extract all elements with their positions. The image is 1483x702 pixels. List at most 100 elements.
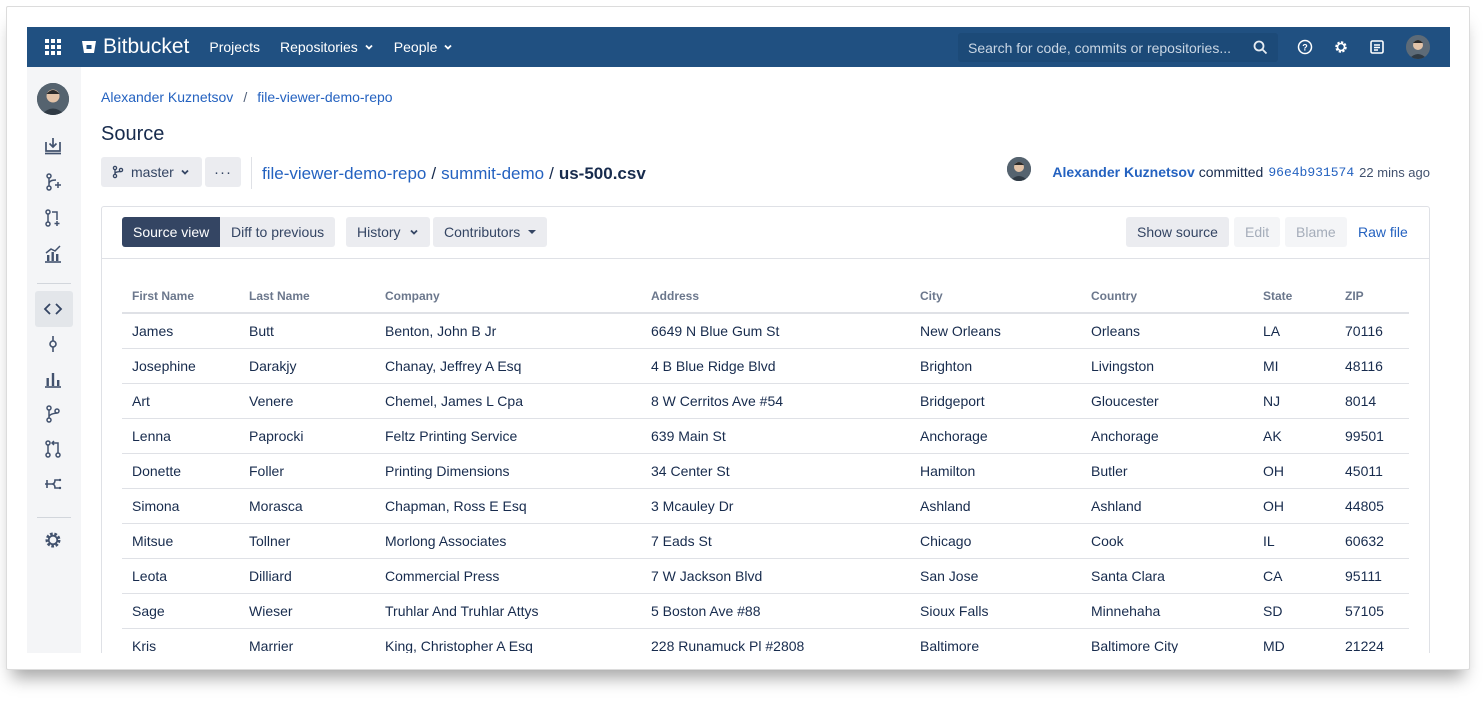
top-navigation: Bitbucket Projects Repositories People ?	[27, 27, 1450, 67]
nav-people-label: People	[393, 39, 438, 55]
breadcrumb-owner-link[interactable]: Alexander Kuznetsov	[101, 89, 233, 105]
clone-icon[interactable]	[42, 135, 64, 157]
table-row: Simona Morasca Chapman, Ross E Esq 3 Mcaule…	[122, 488, 1409, 524]
file-toolbar: Source view Diff to previous History Con…	[102, 207, 1429, 259]
column-header: Company	[375, 279, 641, 314]
chevron-down-icon	[365, 44, 373, 50]
raw-file-link[interactable]: Raw file	[1347, 217, 1419, 247]
divider	[251, 157, 252, 189]
settings-icon[interactable]	[1331, 37, 1351, 57]
commits-icon[interactable]	[42, 333, 64, 355]
insights-icon[interactable]	[42, 243, 64, 265]
table-cell: Wieser	[239, 593, 375, 629]
path-file-name: us-500.csv	[558, 164, 646, 183]
path-repo-link[interactable]: file-viewer-demo-repo	[262, 164, 426, 184]
chevron-down-icon	[409, 229, 418, 235]
breadcrumb: Alexander Kuznetsov / file-viewer-demo-r…	[101, 89, 393, 105]
branch-selector-button[interactable]: master	[101, 157, 202, 187]
table-cell: 5 Boston Ave #88	[641, 593, 910, 629]
commit-time: 22 mins ago	[1359, 164, 1430, 180]
nav-people[interactable]: People	[394, 39, 454, 55]
table-cell: James	[122, 313, 239, 349]
commit-hash-link[interactable]: 96e4b931574	[1268, 165, 1354, 180]
table-cell: IL	[1253, 523, 1335, 559]
table-cell: Paprocki	[239, 418, 375, 454]
search-input[interactable]	[968, 39, 1248, 56]
column-header: Country	[1081, 279, 1253, 314]
table-cell: Donette	[122, 453, 239, 489]
show-source-button[interactable]: Show source	[1126, 217, 1229, 247]
bitbucket-bucket-icon	[82, 41, 96, 53]
source-view-button[interactable]: Source view	[122, 217, 221, 247]
table-cell: Morasca	[239, 488, 375, 524]
brand-name: Bitbucket	[103, 35, 190, 58]
forks-icon[interactable]	[42, 473, 64, 495]
table-cell: Truhlar And Truhlar Attys	[375, 593, 641, 629]
history-dropdown[interactable]: History	[346, 217, 430, 247]
graph-icon[interactable]	[42, 368, 64, 390]
edit-button[interactable]: Edit	[1234, 217, 1281, 247]
table-cell: Sioux Falls	[910, 593, 1081, 629]
sidebar-divider	[37, 517, 71, 518]
app-switcher-icon	[45, 39, 61, 55]
create-pull-request-icon[interactable]	[42, 207, 64, 229]
contributors-dropdown[interactable]: Contributors	[433, 217, 548, 247]
commit-author-avatar[interactable]	[1007, 157, 1031, 181]
table-row: Josephine Darakjy Chanay, Jeffrey A Esq 4 B…	[122, 348, 1409, 384]
page-title: Source	[101, 123, 165, 145]
table-cell: Santa Clara	[1081, 558, 1253, 594]
diff-to-previous-button[interactable]: Diff to previous	[220, 217, 336, 247]
caret-down-icon	[528, 230, 537, 234]
table-cell: 3 Mcauley Dr	[641, 488, 910, 524]
inbox-icon[interactable]	[1367, 37, 1387, 57]
create-branch-icon[interactable]	[42, 171, 64, 193]
search-icon[interactable]	[1253, 40, 1268, 55]
nav-projects[interactable]: Projects	[209, 39, 260, 55]
column-header: ZIP	[1335, 279, 1409, 314]
bitbucket-logo[interactable]: Bitbucket	[81, 35, 189, 59]
table-cell: 7 W Jackson Blvd	[641, 558, 910, 594]
nav-repositories[interactable]: Repositories	[280, 39, 374, 55]
branch-icon	[112, 165, 124, 179]
table-cell: Darakjy	[239, 348, 375, 384]
svg-text:?: ?	[1302, 43, 1308, 53]
table-cell: NJ	[1253, 383, 1335, 419]
chevron-down-icon	[181, 169, 189, 175]
table-cell: 21224	[1335, 628, 1409, 653]
table-cell: 60632	[1335, 523, 1409, 559]
table-cell: Sage	[122, 593, 239, 629]
breadcrumb-separator: /	[243, 89, 248, 105]
nav-repositories-label: Repositories	[279, 39, 358, 55]
source-icon[interactable]	[42, 298, 64, 320]
repository-avatar[interactable]	[37, 83, 69, 115]
column-header: Address	[641, 279, 910, 314]
table-row: Leota Dilliard Commercial Press 7 W Jackson…	[122, 558, 1409, 594]
table-cell: SD	[1253, 593, 1335, 629]
table-header-row: First Name Last Name Company Address City Cou…	[122, 279, 1409, 314]
more-actions-button[interactable]: ···	[205, 157, 241, 187]
table-cell: Mitsue	[122, 523, 239, 559]
table-row: James Butt Benton, John B Jr 6649 N Blue Gu…	[122, 313, 1409, 349]
repository-settings-icon[interactable]	[42, 529, 64, 551]
breadcrumb-repo-link[interactable]: file-viewer-demo-repo	[257, 89, 392, 105]
column-header: First Name	[122, 279, 239, 314]
table-cell: Anchorage	[1081, 418, 1253, 454]
help-icon[interactable]: ?	[1295, 37, 1315, 57]
table-cell: 44805	[1335, 488, 1409, 524]
table-cell: San Jose	[910, 558, 1081, 594]
pull-requests-icon[interactable]	[42, 438, 64, 460]
window-frame: Bitbucket Projects Repositories People ?	[6, 6, 1470, 670]
blame-button[interactable]: Blame	[1285, 217, 1347, 247]
app-switcher-button[interactable]	[27, 27, 79, 67]
table-cell: Foller	[239, 453, 375, 489]
branches-icon[interactable]	[42, 403, 64, 425]
path-folder-link[interactable]: summit-demo	[441, 164, 544, 184]
table-cell: Baltimore	[910, 628, 1081, 653]
table-cell: 99501	[1335, 418, 1409, 454]
table-cell: Bridgeport	[910, 383, 1081, 419]
table-cell: Chemel, James L Cpa	[375, 383, 641, 419]
table-cell: MI	[1253, 348, 1335, 384]
table-cell: Feltz Printing Service	[375, 418, 641, 454]
user-avatar[interactable]	[1406, 35, 1430, 59]
commit-author-link[interactable]: Alexander Kuznetsov	[1052, 164, 1194, 180]
